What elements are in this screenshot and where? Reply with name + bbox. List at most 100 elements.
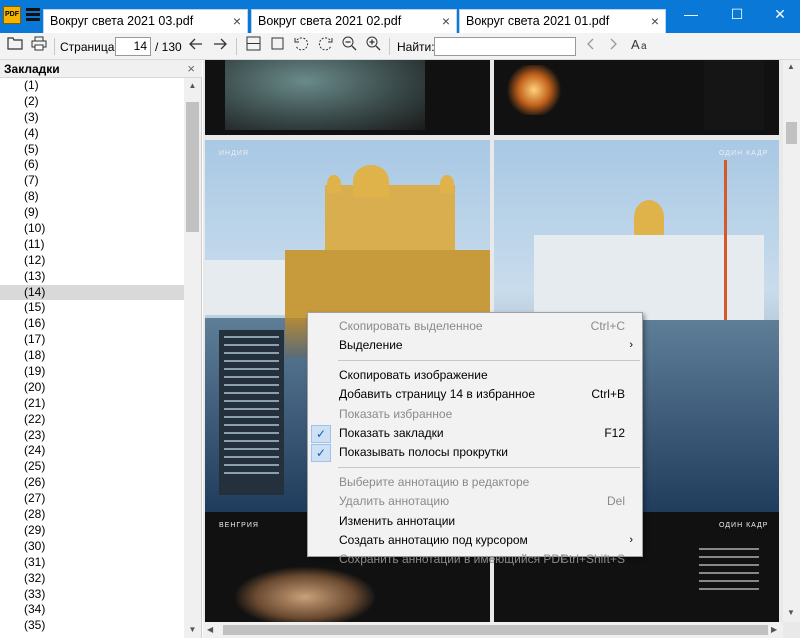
bookmark-item[interactable]: (30) xyxy=(0,539,184,555)
bookmark-item[interactable]: (1) xyxy=(0,78,184,94)
match-case-icon[interactable]: Aa xyxy=(628,36,654,56)
close-icon[interactable]: × xyxy=(187,61,195,76)
scroll-right-icon[interactable]: ▶ xyxy=(771,625,777,634)
bookmark-item[interactable]: (29) xyxy=(0,523,184,539)
bookmark-item[interactable]: (15) xyxy=(0,300,184,316)
tab-document-01[interactable]: Вокруг света 2021 01.pdf × xyxy=(459,9,666,33)
context-menu-item[interactable]: Выберите аннотацию в редакторе xyxy=(308,473,642,492)
bookmark-item[interactable]: (18) xyxy=(0,348,184,364)
context-menu-item[interactable]: Скопировать выделенное Ctrl+C xyxy=(308,317,642,336)
bookmark-item[interactable]: (11) xyxy=(0,237,184,253)
search-input[interactable] xyxy=(434,37,576,56)
bookmark-item[interactable]: (7) xyxy=(0,173,184,189)
bookmark-item[interactable]: (33) xyxy=(0,587,184,603)
menu-item-shortcut: Del xyxy=(606,494,625,509)
rotate-left-icon[interactable] xyxy=(290,36,312,56)
context-menu-item[interactable]: Изменить аннотации xyxy=(308,512,642,531)
page-label: Страница: xyxy=(60,40,118,54)
checkmark-icon: ✓ xyxy=(311,444,331,463)
scroll-down-icon[interactable]: ▼ xyxy=(787,608,795,617)
menu-item-label: Выделение xyxy=(339,338,403,353)
scroll-up-icon[interactable]: ▲ xyxy=(787,62,795,71)
bookmarks-panel: Закладки × (1) (2) (3) (4) (5) (6) (7) (8) (9) (1… xyxy=(0,60,202,638)
bookmark-item[interactable]: (25) xyxy=(0,459,184,475)
tab-document-02[interactable]: Вокруг света 2021 02.pdf × xyxy=(251,9,457,33)
maximize-button[interactable]: ☐ xyxy=(714,0,760,30)
fit-page-icon[interactable] xyxy=(242,36,264,56)
tab-close-icon[interactable]: × xyxy=(442,13,450,29)
bookmark-item[interactable]: (21) xyxy=(0,396,184,412)
hamburger-menu-icon[interactable] xyxy=(26,8,40,22)
chevron-left-icon[interactable] xyxy=(580,36,602,56)
bookmark-item[interactable]: (5) xyxy=(0,142,184,158)
tab-close-icon[interactable]: × xyxy=(651,13,659,29)
tab-document-03[interactable]: Вокруг света 2021 03.pdf × xyxy=(43,9,248,33)
bookmark-item[interactable]: (22) xyxy=(0,412,184,428)
bookmark-item[interactable]: (12) xyxy=(0,253,184,269)
bookmark-item[interactable]: (26) xyxy=(0,475,184,491)
bookmark-item[interactable]: (20) xyxy=(0,380,184,396)
bookmark-item[interactable]: (32) xyxy=(0,571,184,587)
page-number-input[interactable]: 14 xyxy=(115,37,151,56)
scroll-left-icon[interactable]: ◀ xyxy=(207,625,213,634)
chevron-right-icon[interactable] xyxy=(602,36,624,56)
scrollbar-thumb[interactable] xyxy=(186,102,199,232)
printer-icon[interactable] xyxy=(28,36,50,56)
bookmark-item[interactable]: (23) xyxy=(0,428,184,444)
fit-width-icon[interactable] xyxy=(266,36,288,56)
bookmarks-scrollbar[interactable]: ▲ ▼ xyxy=(184,78,201,638)
bookmark-item[interactable]: (8) xyxy=(0,189,184,205)
svg-text:A: A xyxy=(631,37,640,52)
bookmark-item[interactable]: (9) xyxy=(0,205,184,221)
bookmark-item[interactable]: (16) xyxy=(0,316,184,332)
context-menu-item[interactable]: Показать избранное xyxy=(308,405,642,424)
menu-item-label: Показывать полосы прокрутки xyxy=(339,445,508,460)
bookmark-item[interactable]: (34) xyxy=(0,602,184,618)
bookmark-item[interactable]: (28) xyxy=(0,507,184,523)
rotate-right-icon[interactable] xyxy=(314,36,336,56)
bookmark-item[interactable]: (4) xyxy=(0,126,184,142)
bookmark-item[interactable]: (2) xyxy=(0,94,184,110)
bookmark-item[interactable]: (6) xyxy=(0,157,184,173)
zoom-out-icon[interactable] xyxy=(338,36,360,56)
bookmark-item[interactable]: (17) xyxy=(0,332,184,348)
zoom-in-icon[interactable] xyxy=(362,36,384,56)
tab-close-icon[interactable]: × xyxy=(233,13,241,29)
document-horizontal-scrollbar[interactable]: ◀ ▶ xyxy=(203,622,783,638)
context-menu-item[interactable]: Выделение › xyxy=(308,336,642,355)
bookmark-item[interactable]: (3) xyxy=(0,110,184,126)
arrow-left-icon[interactable] xyxy=(185,36,207,56)
bookmark-item[interactable]: (13) xyxy=(0,269,184,285)
menu-item-label: Показать закладки xyxy=(339,425,444,440)
arrow-right-icon[interactable] xyxy=(209,36,231,56)
app-icon[interactable]: PDF xyxy=(3,6,21,24)
bookmark-item[interactable]: (35) xyxy=(0,618,184,634)
scrollbar-thumb[interactable] xyxy=(786,122,797,144)
menu-separator xyxy=(338,466,640,468)
close-window-button[interactable]: ✕ xyxy=(757,0,800,30)
context-menu-item[interactable]: Добавить страницу 14 в избранное Ctrl+B xyxy=(308,385,642,404)
scroll-up-icon[interactable]: ▲ xyxy=(184,78,201,94)
menu-item-label: Сохранить аннотации в имеющийся PDF xyxy=(339,552,568,567)
context-menu-item[interactable]: Сохранить аннотации в имеющийся PDF Ctrl+… xyxy=(308,550,642,569)
menu-item-label: Изменить аннотации xyxy=(339,513,456,528)
context-menu-item[interactable]: Скопировать изображение xyxy=(308,366,642,385)
bookmark-item[interactable]: (14) xyxy=(0,284,184,301)
minimize-button[interactable]: — xyxy=(668,0,714,30)
page-section-label: ОДИН КАДР xyxy=(719,150,769,157)
bookmark-item[interactable]: (10) xyxy=(0,221,184,237)
folder-open-icon[interactable] xyxy=(4,36,26,56)
scroll-down-icon[interactable]: ▼ xyxy=(184,622,201,638)
menu-item-shortcut: F12 xyxy=(604,425,625,440)
bookmark-item[interactable]: (31) xyxy=(0,555,184,571)
bookmark-item[interactable]: (27) xyxy=(0,491,184,507)
scrollbar-thumb[interactable] xyxy=(223,625,768,635)
context-menu-item[interactable]: Удалить аннотацию Del xyxy=(308,492,642,511)
document-vertical-scrollbar[interactable]: ▲ ▼ xyxy=(783,60,800,622)
context-menu-item[interactable]: ✓ Показать закладки F12 xyxy=(308,424,642,443)
submenu-arrow-icon: › xyxy=(629,533,633,546)
context-menu-item[interactable]: Создать аннотацию под курсором › xyxy=(308,531,642,550)
context-menu-item[interactable]: ✓ Показывать полосы прокрутки xyxy=(308,443,642,463)
bookmark-item[interactable]: (24) xyxy=(0,443,184,459)
bookmark-item[interactable]: (19) xyxy=(0,364,184,380)
